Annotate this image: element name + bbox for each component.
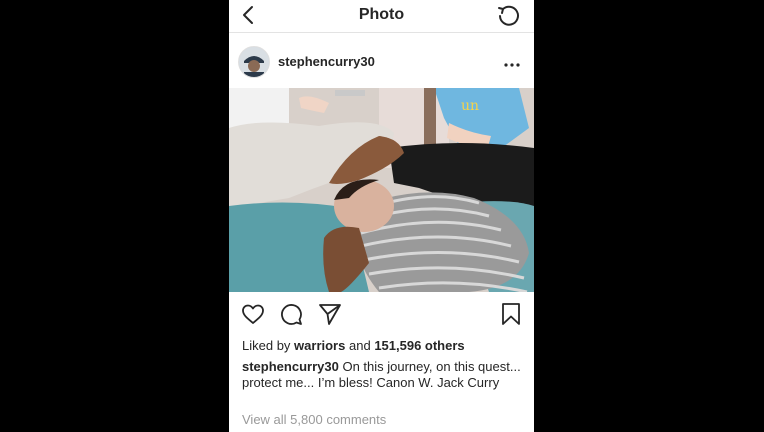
avatar[interactable]	[238, 46, 270, 78]
bookmark-icon[interactable]	[499, 302, 523, 326]
post-username[interactable]: stephencurry30	[278, 54, 375, 69]
instagram-post-screen: Photo stephencurry30 un Liked by warrior…	[229, 0, 534, 432]
view-all-comments-link[interactable]: View all 5,800 comments	[242, 412, 386, 427]
likes-prefix: Liked by	[242, 338, 291, 353]
svg-text:un: un	[461, 98, 479, 114]
post-photo[interactable]: un	[229, 88, 534, 292]
likes-count[interactable]: 151,596 others	[374, 338, 464, 353]
heart-icon[interactable]	[241, 302, 265, 326]
caption-username[interactable]: stephencurry30	[242, 359, 339, 374]
comment-icon[interactable]	[279, 302, 303, 326]
share-icon[interactable]	[318, 302, 342, 326]
post-header: stephencurry30	[229, 42, 534, 82]
liked-by-user[interactable]: warriors	[294, 338, 345, 353]
post-actions	[229, 300, 534, 328]
likes-middle: and	[348, 338, 371, 353]
refresh-icon[interactable]	[496, 3, 522, 29]
post-caption: stephencurry30 On this journey, on this …	[242, 359, 522, 391]
page-title: Photo	[358, 6, 405, 23]
top-nav-bar: Photo	[229, 0, 534, 33]
baby-photo-image: un	[229, 88, 534, 292]
more-dots-icon[interactable]	[503, 56, 521, 67]
likes-summary: Liked by warriors and 151,596 others	[242, 338, 465, 353]
